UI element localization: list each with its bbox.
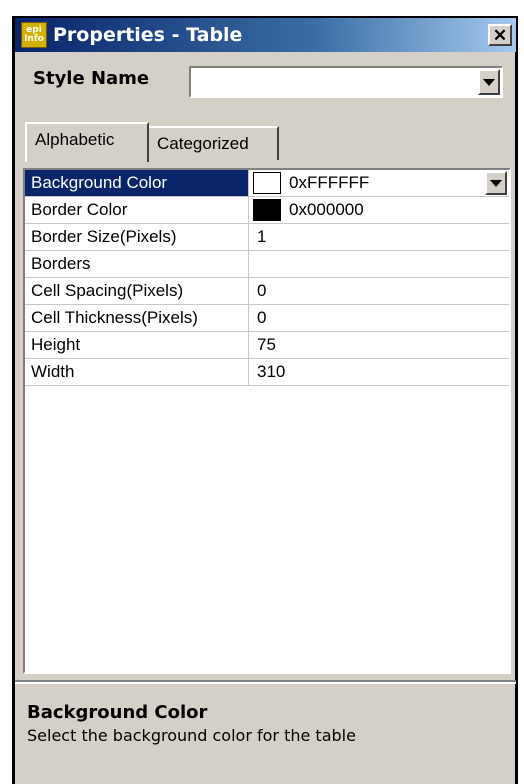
property-value-text: 1 (257, 227, 267, 246)
style-name-dropdown-button[interactable] (478, 69, 500, 95)
property-name[interactable]: Background Color (25, 170, 249, 196)
property-row-border-size[interactable]: Border Size(Pixels) 1 (25, 224, 509, 251)
property-value[interactable]: 0xFFFFFF (251, 170, 509, 196)
property-value[interactable]: 0 (251, 305, 509, 331)
property-value-text: 0x000000 (289, 200, 364, 219)
property-name[interactable]: Borders (25, 251, 249, 277)
property-row-width[interactable]: Width 310 (25, 359, 509, 386)
property-value[interactable]: 310 (251, 359, 509, 385)
description-divider[interactable] (15, 680, 516, 684)
property-row-background-color[interactable]: Background Color 0xFFFFFF (25, 170, 509, 197)
chevron-down-icon (490, 179, 502, 187)
property-name[interactable]: Width (25, 359, 249, 385)
property-row-cell-thickness[interactable]: Cell Thickness(Pixels) 0 (25, 305, 509, 332)
value-dropdown-button[interactable] (485, 171, 507, 195)
property-value[interactable] (251, 251, 509, 277)
close-button[interactable]: ✕ (488, 24, 512, 46)
property-name[interactable]: Height (25, 332, 249, 358)
property-value-text: 0 (257, 308, 267, 327)
color-swatch (253, 172, 281, 194)
property-row-cell-spacing[interactable]: Cell Spacing(Pixels) 0 (25, 278, 509, 305)
property-value-text: 0 (257, 281, 267, 300)
description-text: Select the background color for the tabl… (27, 726, 356, 745)
property-value-text: 0xFFFFFF (289, 173, 370, 192)
property-value-text: 310 (257, 362, 286, 381)
property-row-border-color[interactable]: Border Color 0x000000 (25, 197, 509, 224)
property-value[interactable]: 0 (251, 278, 509, 304)
property-row-height[interactable]: Height 75 (25, 332, 509, 359)
properties-window: epi Info Properties - Table ✕ Style Name… (12, 16, 518, 784)
style-name-label: Style Name (33, 68, 150, 89)
title-bar[interactable]: epi Info Properties - Table ✕ (15, 18, 516, 52)
property-value-text: 75 (257, 335, 276, 354)
property-value[interactable]: 75 (251, 332, 509, 358)
property-value[interactable]: 0x000000 (251, 197, 509, 223)
tab-alphabetic[interactable]: Alphabetic (25, 122, 149, 162)
property-name[interactable]: Border Size(Pixels) (25, 224, 249, 250)
tab-categorized[interactable]: Categorized (149, 126, 279, 160)
property-value[interactable]: 1 (251, 224, 509, 250)
property-row-borders[interactable]: Borders (25, 251, 509, 278)
description-title: Background Color (27, 702, 208, 723)
epi-info-icon: epi Info (21, 22, 47, 48)
style-name-row: Style Name (15, 58, 516, 100)
window-title: Properties - Table (53, 24, 243, 46)
style-name-combo[interactable] (189, 66, 503, 98)
property-grid[interactable]: Background Color 0xFFFFFF Border Color 0… (23, 168, 511, 674)
property-name[interactable]: Cell Spacing(Pixels) (25, 278, 249, 304)
color-swatch (253, 199, 281, 221)
property-name[interactable]: Border Color (25, 197, 249, 223)
property-name[interactable]: Cell Thickness(Pixels) (25, 305, 249, 331)
chevron-down-icon (483, 78, 495, 86)
close-icon: ✕ (492, 25, 508, 45)
